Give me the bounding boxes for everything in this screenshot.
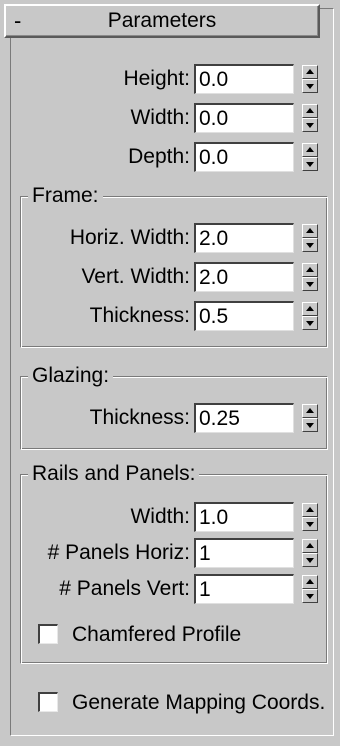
rails-panels-group-title: Rails and Panels: (28, 462, 200, 486)
vert-width-field[interactable] (194, 262, 294, 292)
panels-horiz-row: # Panels Horiz: (0, 538, 340, 568)
panels-horiz-field[interactable] (194, 538, 294, 568)
glazing-thickness-row: Thickness: (0, 403, 340, 433)
vert-width-spinner[interactable] (302, 263, 318, 291)
width-row: Width: (0, 103, 340, 133)
panels-vert-label: # Panels Vert: (59, 577, 190, 600)
horiz-width-spinner[interactable] (302, 224, 318, 252)
vert-width-row: Vert. Width: (0, 262, 340, 292)
panels-vert-spinner[interactable] (302, 575, 318, 603)
spinner-up-icon[interactable] (302, 404, 318, 418)
height-row: Height: (0, 64, 340, 94)
height-field[interactable] (194, 64, 294, 94)
frame-thickness-spinner[interactable] (302, 302, 318, 330)
spinner-down-icon[interactable] (302, 79, 318, 93)
spinner-down-icon[interactable] (302, 238, 318, 252)
spinner-up-icon[interactable] (302, 263, 318, 277)
spinner-up-icon[interactable] (302, 302, 318, 316)
height-spinner[interactable] (302, 65, 318, 93)
frame-thickness-label: Thickness: (89, 304, 190, 327)
spinner-up-icon[interactable] (302, 104, 318, 118)
chamfered-profile-option[interactable]: Chamfered Profile (38, 622, 298, 650)
spinner-up-icon[interactable] (302, 575, 318, 589)
spinner-up-icon[interactable] (302, 65, 318, 79)
generate-mapping-checkbox[interactable] (38, 692, 58, 712)
spinner-down-icon[interactable] (302, 277, 318, 291)
height-label: Height: (123, 67, 190, 90)
spinner-down-icon[interactable] (302, 553, 318, 567)
spinner-up-icon[interactable] (302, 539, 318, 553)
glazing-thickness-field[interactable] (194, 403, 294, 433)
width-spinner[interactable] (302, 104, 318, 132)
spinner-down-icon[interactable] (302, 418, 318, 432)
rails-width-spinner[interactable] (302, 503, 318, 531)
chamfered-profile-checkbox[interactable] (38, 624, 58, 644)
glazing-thickness-label: Thickness: (89, 406, 190, 429)
panels-vert-field[interactable] (194, 574, 294, 604)
panels-horiz-label: # Panels Horiz: (47, 541, 190, 564)
width-label: Width: (130, 106, 190, 129)
frame-group-title: Frame: (28, 184, 103, 208)
depth-spinner[interactable] (302, 143, 318, 171)
depth-row: Depth: (0, 142, 340, 172)
depth-label: Depth: (128, 145, 190, 168)
depth-field[interactable] (194, 142, 294, 172)
spinner-up-icon[interactable] (302, 224, 318, 238)
spinner-down-icon[interactable] (302, 118, 318, 132)
horiz-width-row: Horiz. Width: (0, 223, 340, 253)
spinner-up-icon[interactable] (302, 143, 318, 157)
spinner-up-icon[interactable] (302, 503, 318, 517)
frame-thickness-field[interactable] (194, 301, 294, 331)
rails-width-label: Width: (130, 505, 190, 528)
spinner-down-icon[interactable] (302, 316, 318, 330)
horiz-width-label: Horiz. Width: (69, 226, 190, 249)
spinner-down-icon[interactable] (302, 517, 318, 531)
parameters-rollout-header[interactable]: - Parameters (4, 4, 320, 38)
spinner-down-icon[interactable] (302, 157, 318, 171)
horiz-width-field[interactable] (194, 223, 294, 253)
panels-horiz-spinner[interactable] (302, 539, 318, 567)
panels-vert-row: # Panels Vert: (0, 574, 340, 604)
spinner-down-icon[interactable] (302, 589, 318, 603)
rails-width-row: Width: (0, 502, 340, 532)
generate-mapping-option[interactable]: Generate Mapping Coords. (38, 690, 328, 718)
chamfered-profile-label: Chamfered Profile (72, 623, 242, 646)
glazing-group-title: Glazing: (28, 364, 114, 388)
generate-mapping-label: Generate Mapping Coords. (72, 691, 326, 714)
frame-thickness-row: Thickness: (0, 301, 340, 331)
glazing-thickness-spinner[interactable] (302, 404, 318, 432)
rollout-title: Parameters (107, 9, 217, 32)
vert-width-label: Vert. Width: (81, 265, 190, 288)
width-field[interactable] (194, 103, 294, 133)
rails-width-field[interactable] (194, 502, 294, 532)
